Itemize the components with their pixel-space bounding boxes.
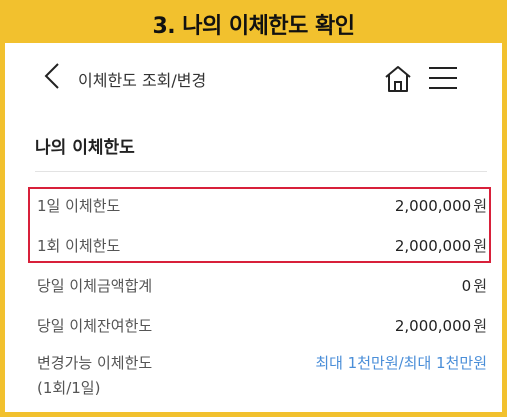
row-value: 2,000,000 원: [395, 195, 487, 216]
row-value: 2,000,000 원: [395, 235, 487, 256]
value-unit: 원: [473, 237, 487, 255]
value-amount: 2,000,000: [394, 237, 472, 255]
value-amount: 0: [461, 277, 472, 295]
value-unit: 원: [473, 317, 487, 335]
row-value: 2,000,000 원: [395, 315, 487, 336]
screenshot-frame: 3. 나의 이체한도 확인 이체한도 조회/변경 나의 이체한도 1일 이체한도: [0, 0, 507, 417]
home-icon[interactable]: [382, 63, 414, 95]
limit-row-today-total: 당일 이체금액합계 0원: [37, 275, 487, 297]
value-unit: 원: [473, 277, 487, 295]
row-label: 1회 이체한도: [37, 237, 121, 255]
chevron-left-icon[interactable]: [41, 61, 63, 91]
section-title: 나의 이체한도: [35, 138, 135, 158]
limit-row-per-transfer: 1회 이체한도 2,000,000 원: [37, 235, 487, 257]
value-unit: 원: [473, 197, 487, 215]
page-title: 이체한도 조회/변경: [78, 71, 207, 90]
hamburger-menu-icon[interactable]: [428, 65, 458, 91]
row-value: 0원: [462, 275, 487, 296]
row-label: 변경가능 이체한도: [37, 354, 153, 372]
row-label: 당일 이체금액합계: [37, 277, 153, 295]
banner-title: 3. 나의 이체한도 확인: [152, 14, 355, 39]
value-amount: 2,000,000: [394, 197, 472, 215]
value-amount: 2,000,000: [394, 317, 472, 335]
row-label: 당일 이체잔여한도: [37, 317, 153, 335]
row-sublabel: (1회/1일): [37, 379, 101, 397]
row-label: 1일 이체한도: [37, 197, 121, 215]
app-header: 이체한도 조회/변경: [5, 43, 502, 121]
change-limit-link[interactable]: 최대 1천만원/최대 1천만원: [315, 352, 487, 373]
limit-row-changeable: 변경가능 이체한도 최대 1천만원/최대 1천만원: [37, 352, 487, 374]
divider: [35, 171, 487, 172]
limit-row-daily: 1일 이체한도 2,000,000 원: [37, 195, 487, 217]
instruction-banner: 3. 나의 이체한도 확인: [5, 5, 502, 43]
limit-row-today-remaining: 당일 이체잔여한도 2,000,000 원: [37, 315, 487, 337]
